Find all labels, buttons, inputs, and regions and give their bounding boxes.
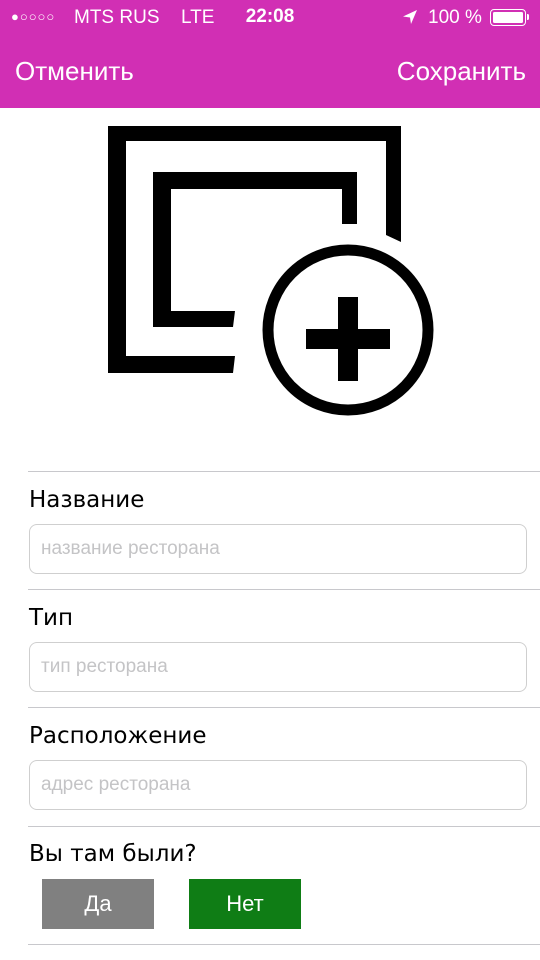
status-bar: ●○○○○ MTS RUS LTE 22:08 100 % bbox=[0, 0, 540, 36]
cancel-button[interactable]: Отменить bbox=[15, 56, 134, 87]
section-divider bbox=[28, 471, 540, 472]
section-divider bbox=[28, 944, 540, 945]
battery-full-icon bbox=[490, 9, 529, 26]
section-divider bbox=[28, 589, 540, 590]
new-restaurant-screen: ●○○○○ MTS RUS LTE 22:08 100 % Отменить С… bbox=[0, 0, 540, 960]
location-label: Расположение bbox=[29, 723, 207, 749]
navigation-bar: Отменить Сохранить bbox=[0, 36, 540, 108]
visited-yes-button[interactable]: Да bbox=[42, 879, 154, 929]
section-divider bbox=[28, 707, 540, 708]
type-label: Тип bbox=[29, 605, 74, 631]
save-button[interactable]: Сохранить bbox=[397, 56, 526, 87]
visited-no-button[interactable]: Нет bbox=[189, 879, 301, 929]
visited-label: Вы там были? bbox=[29, 841, 197, 867]
section-divider bbox=[28, 826, 540, 827]
location-arrow-icon bbox=[403, 10, 417, 24]
name-label: Название bbox=[29, 487, 145, 513]
add-photo-icon[interactable] bbox=[105, 124, 437, 424]
restaurant-type-input[interactable] bbox=[29, 642, 527, 692]
battery-percentage: 100 % bbox=[428, 7, 482, 28]
restaurant-name-input[interactable] bbox=[29, 524, 527, 574]
restaurant-address-input[interactable] bbox=[29, 760, 527, 810]
